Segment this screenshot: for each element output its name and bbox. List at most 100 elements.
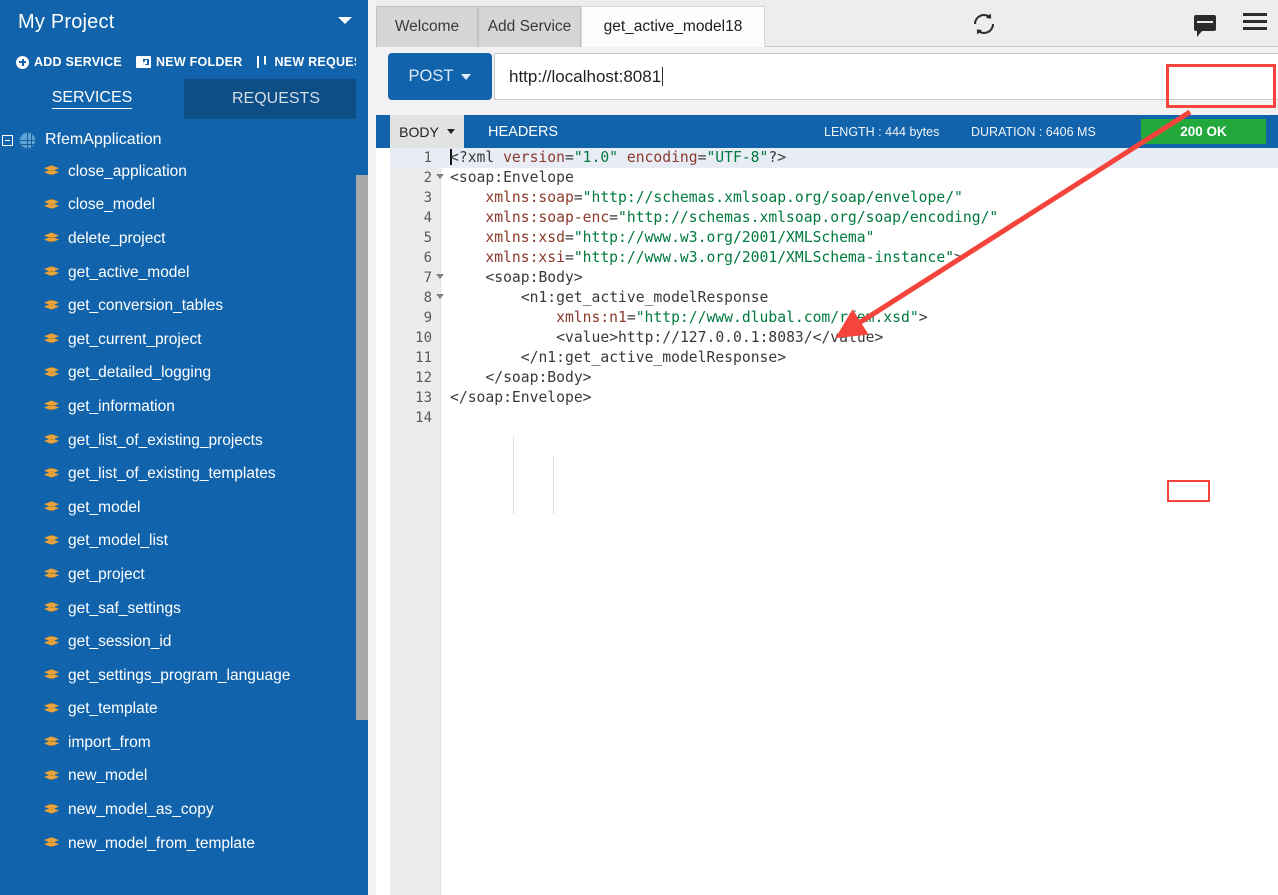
service-item[interactable]: get_conversion_tables xyxy=(0,289,368,323)
service-item-label: get_session_id xyxy=(68,633,172,651)
service-item[interactable]: get_model_list xyxy=(0,525,368,559)
service-item[interactable]: get_template xyxy=(0,693,368,727)
service-diamond-icon xyxy=(44,635,59,649)
service-item-label: get_saf_settings xyxy=(68,599,181,617)
service-item[interactable]: close_model xyxy=(0,189,368,223)
code-line: 12 </soap:Body> xyxy=(390,368,1278,388)
tab-welcome[interactable]: Welcome xyxy=(376,6,478,47)
new-request-button[interactable]: NEW REQUEST xyxy=(256,55,368,69)
service-item[interactable]: delete_project xyxy=(0,222,368,256)
chat-bubble-shape xyxy=(1194,15,1216,37)
tab-services-label: SERVICES xyxy=(51,89,133,109)
service-item[interactable]: get_detailed_logging xyxy=(0,357,368,391)
project-dropdown-caret-icon[interactable] xyxy=(338,17,352,24)
service-item[interactable]: get_list_of_existing_templates xyxy=(0,457,368,491)
fold-toggle-icon[interactable] xyxy=(436,274,444,279)
fold-toggle-icon[interactable] xyxy=(436,294,444,299)
http-method-selector[interactable]: POST xyxy=(388,53,492,100)
refresh-icon[interactable] xyxy=(968,8,1000,40)
response-duration: DURATION : 6406 MS xyxy=(971,124,1096,139)
line-number: 7 xyxy=(423,270,432,286)
service-item[interactable]: new_model_from_template xyxy=(0,827,368,861)
tab-services[interactable]: SERVICES xyxy=(0,79,184,119)
chevron-down-icon xyxy=(446,129,455,134)
top-tab-bar: Welcome Add Service get_active_model18 N… xyxy=(376,0,1278,47)
code-line: 11 </n1:get_active_modelResponse> xyxy=(390,348,1278,368)
new-request-icon xyxy=(256,56,270,68)
service-diamond-icon xyxy=(44,165,59,178)
url-value: http://localhost:8081 xyxy=(509,66,662,86)
service-item-label: new_model_as_copy xyxy=(68,801,214,819)
service-diamond-icon xyxy=(44,837,59,850)
circle-plus-icon xyxy=(16,55,29,69)
service-diamond-icon xyxy=(44,232,59,245)
code-text: xmlns:soap="http://schemas.xmlsoap.org/s… xyxy=(485,189,963,206)
sidebar-scrollbar-thumb[interactable] xyxy=(356,175,368,720)
response-meta-bar: BODY HEADERS LENGTH : 444 bytes DURATION… xyxy=(376,115,1278,148)
service-item[interactable]: new_model_as_copy xyxy=(0,793,368,827)
tab-add-service[interactable]: Add Service xyxy=(478,6,581,47)
service-item[interactable]: get_session_id xyxy=(0,625,368,659)
service-diamond-icon xyxy=(44,198,59,212)
chat-bubble-icon[interactable] xyxy=(1191,10,1219,37)
tab-body[interactable]: BODY xyxy=(390,115,464,148)
service-item-label: get_list_of_existing_projects xyxy=(68,431,263,449)
service-item[interactable]: get_saf_settings xyxy=(0,592,368,626)
service-item[interactable]: close_application xyxy=(0,155,368,189)
service-item[interactable]: get_settings_program_language xyxy=(0,659,368,693)
service-item[interactable]: new_model xyxy=(0,760,368,794)
service-item[interactable]: get_list_of_existing_projects xyxy=(0,424,368,458)
service-item[interactable]: get_model xyxy=(0,491,368,525)
sidebar: My Project ADD SERVICE NEW FOLDER NEW RE… xyxy=(0,0,368,895)
line-number: 4 xyxy=(423,210,432,226)
code-text: xmlns:n1="http://www.dlubal.com/rfem.xsd… xyxy=(556,309,928,326)
service-diamond-icon xyxy=(44,669,59,682)
app-root: My Project ADD SERVICE NEW FOLDER NEW RE… xyxy=(0,0,1278,895)
fold-toggle-icon[interactable] xyxy=(436,174,444,179)
tab-headers-label: HEADERS xyxy=(488,123,559,140)
tab-get-active-model18[interactable]: get_active_model18 xyxy=(581,6,765,47)
tab-headers[interactable]: HEADERS xyxy=(488,115,558,148)
line-number: 8 xyxy=(423,290,432,306)
line-number: 11 xyxy=(415,350,432,366)
response-body-viewer[interactable]: 1 <?xml version="1.0" encoding="UTF-8"?> 2… xyxy=(376,148,1278,895)
service-item[interactable]: get_information xyxy=(0,390,368,424)
code-line: 5 xmlns:xsd="http://www.w3.org/2001/XMLS… xyxy=(390,228,1278,248)
project-header[interactable]: My Project xyxy=(0,0,368,45)
add-service-button[interactable]: ADD SERVICE xyxy=(16,55,122,69)
text-cursor xyxy=(662,67,664,86)
tab-get-active-model18-label: get_active_model18 xyxy=(603,18,743,35)
service-item[interactable]: get_active_model xyxy=(0,256,368,290)
service-diamond-icon xyxy=(44,534,59,548)
service-item[interactable]: get_current_project xyxy=(0,323,368,357)
line-number: 13 xyxy=(415,390,432,406)
new-folder-button[interactable]: NEW FOLDER xyxy=(135,55,243,69)
tab-requests[interactable]: REQUESTS xyxy=(184,79,368,119)
service-item[interactable]: get_project xyxy=(0,558,368,592)
code-line: 14 xyxy=(390,408,1278,428)
url-input[interactable]: http://localhost:8081 xyxy=(494,53,1278,100)
code-text: <n1:get_active_modelResponse xyxy=(520,289,769,306)
tab-body-label: BODY xyxy=(399,123,439,140)
tree-node-rfemapplication[interactable]: RfemApplication xyxy=(0,125,368,155)
code-text: <value>http://127.0.0.1:8083/</value> xyxy=(556,329,884,346)
project-title: My Project xyxy=(18,11,115,33)
refresh-icon-svg xyxy=(974,13,994,35)
hamburger-menu-icon[interactable] xyxy=(1242,10,1268,36)
service-diamond-icon xyxy=(44,501,59,514)
code-line: 10 <value>http://127.0.0.1:8083/</value> xyxy=(390,328,1278,348)
line-number: 10 xyxy=(415,330,432,346)
collapse-icon[interactable] xyxy=(2,134,13,146)
sidebar-tabs: SERVICES REQUESTS xyxy=(0,79,368,119)
response-length: LENGTH : 444 bytes xyxy=(824,124,940,139)
sidebar-scrollbar-track[interactable] xyxy=(356,40,368,895)
service-item-label: get_model xyxy=(68,498,141,516)
tab-requests-label: REQUESTS xyxy=(231,90,320,107)
http-method-label: POST xyxy=(408,67,454,85)
service-item-label: new_model_from_template xyxy=(68,834,255,852)
chevron-down-icon xyxy=(461,73,472,80)
sidebar-divider xyxy=(368,0,376,895)
code-text: </n1:get_active_modelResponse> xyxy=(520,349,787,366)
service-item[interactable]: import_from xyxy=(0,726,368,760)
status-badge: 200 OK xyxy=(1141,119,1266,144)
